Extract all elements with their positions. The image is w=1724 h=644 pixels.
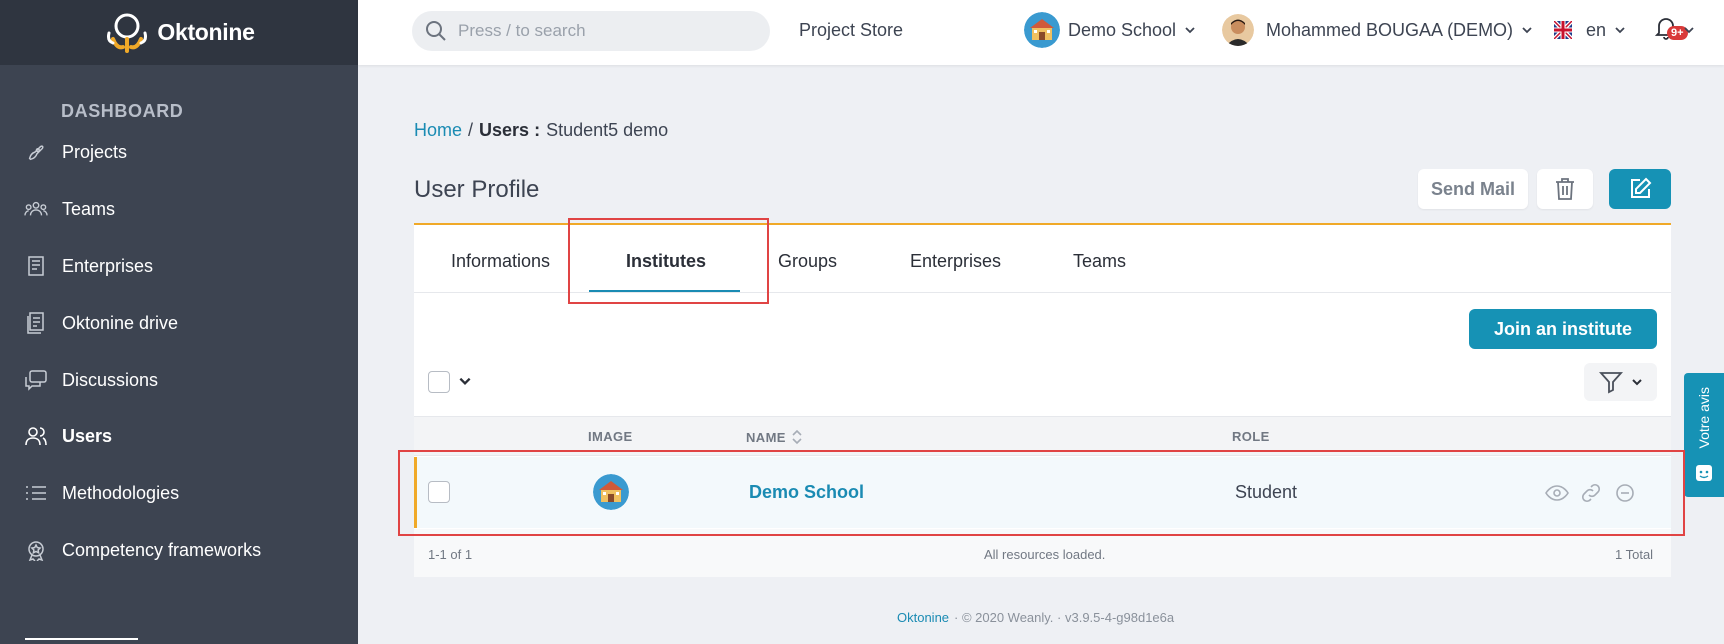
- user-menu[interactable]: Mohammed BOUGAA (DEMO): [1222, 12, 1533, 48]
- feedback-tab[interactable]: Votre avis: [1684, 373, 1724, 497]
- project-store-link[interactable]: Project Store: [799, 20, 903, 41]
- chevron-down-icon: [1684, 27, 1694, 34]
- row-checkbox[interactable]: [428, 481, 450, 503]
- sidebar-item-label: Projects: [62, 141, 128, 162]
- chevron-down-icon[interactable]: [458, 374, 472, 388]
- column-name-label: NAME: [746, 429, 786, 445]
- delete-button[interactable]: [1537, 169, 1593, 209]
- chevron-down-icon: [1615, 27, 1625, 34]
- tab-informations[interactable]: Informations: [451, 251, 550, 272]
- breadcrumb-home[interactable]: Home: [414, 120, 462, 141]
- sidebar-item-projects[interactable]: Projects: [24, 137, 127, 167]
- rocket-icon: [24, 140, 48, 164]
- load-status: All resources loaded.: [984, 547, 1106, 562]
- breadcrumb-section: Users :: [479, 120, 541, 140]
- sidebar-item-label: Competency frameworks: [62, 539, 262, 560]
- institute-name-link[interactable]: Demo School: [749, 482, 864, 503]
- remove-icon[interactable]: [1613, 481, 1637, 505]
- column-name[interactable]: NAME: [746, 429, 802, 445]
- users-icon: [24, 424, 48, 448]
- language-selector[interactable]: en: [1554, 12, 1626, 48]
- total-count: 1 Total: [1615, 547, 1654, 562]
- sidebar-item-label: Users: [62, 425, 113, 446]
- sidebar: Oktonine DASHBOARD Projects Teams Enterp…: [0, 0, 358, 644]
- search-icon: [426, 21, 446, 41]
- breadcrumb-separator: /: [468, 120, 474, 140]
- breadcrumb: Home / Users : Student5 demo: [414, 120, 668, 141]
- sidebar-item-enterprises[interactable]: Enterprises: [24, 251, 153, 281]
- feedback-icon: [1696, 465, 1712, 481]
- sidebar-item-label: Discussions: [62, 369, 159, 390]
- page-title: User Profile: [414, 176, 540, 203]
- user-name: Mohammed BOUGAA (DEMO): [1266, 19, 1514, 40]
- trash-icon: [1556, 178, 1574, 200]
- institute-image: [593, 474, 629, 510]
- sidebar-item-competency[interactable]: Competency frameworks: [24, 535, 261, 565]
- language-code: en: [1586, 19, 1607, 40]
- filter-icon: [1598, 372, 1623, 394]
- view-icon[interactable]: [1545, 481, 1569, 505]
- link-icon[interactable]: [1579, 481, 1603, 505]
- sidebar-item-label: Enterprises: [62, 255, 154, 276]
- document-icon: [24, 311, 48, 335]
- table-header: IMAGE NAME ROLE: [414, 416, 1671, 456]
- footer-link[interactable]: Oktonine: [897, 610, 949, 625]
- sidebar-item-teams[interactable]: Teams: [24, 194, 115, 224]
- chevron-down-icon: [1631, 379, 1642, 386]
- tab-teams[interactable]: Teams: [1073, 251, 1126, 272]
- chevron-down-icon: [1522, 27, 1532, 34]
- feedback-label: Votre avis: [1696, 387, 1712, 449]
- join-institute-button[interactable]: Join an institute: [1469, 309, 1657, 349]
- profile-tabs: Informations Institutes Groups Enterpris…: [414, 225, 1671, 293]
- edit-icon: [1631, 177, 1652, 198]
- tab-enterprises[interactable]: Enterprises: [910, 251, 1001, 272]
- logo[interactable]: Oktonine: [0, 0, 358, 65]
- octopus-logo-icon: [107, 13, 148, 53]
- active-tab-indicator: [589, 290, 740, 292]
- filter-button[interactable]: [1584, 363, 1657, 401]
- logo-text: Oktonine: [157, 19, 255, 45]
- school-avatar: [1024, 12, 1060, 48]
- school-name: Demo School: [1068, 19, 1177, 40]
- sidebar-item-label: Oktonine drive: [62, 312, 179, 333]
- search-box[interactable]: [412, 11, 770, 51]
- breadcrumb-current: Student5 demo: [546, 120, 669, 140]
- user-avatar: [1222, 14, 1254, 46]
- school-selector[interactable]: Demo School: [1024, 12, 1196, 48]
- tab-institutes[interactable]: Institutes: [626, 251, 706, 272]
- sort-icon: [792, 429, 802, 445]
- footer-copyright: · © 2020 Weanly. · v3.9.5-4-g98d1e6a: [954, 610, 1175, 625]
- group-icon: [24, 197, 48, 221]
- sidebar-item-discussions[interactable]: Discussions: [24, 365, 158, 395]
- notifications-button[interactable]: 9+: [1654, 16, 1695, 46]
- pagination-range: 1-1 of 1: [428, 547, 473, 562]
- edit-button[interactable]: [1609, 169, 1671, 209]
- chat-icon: [24, 368, 48, 392]
- sidebar-item-methodologies[interactable]: Methodologies: [24, 478, 179, 508]
- list-icon: [24, 481, 48, 505]
- badge-icon: [24, 538, 48, 562]
- sidebar-item-users[interactable]: Users: [24, 421, 112, 451]
- column-image: IMAGE: [588, 429, 633, 444]
- column-role: ROLE: [1232, 429, 1270, 444]
- table-footer: 1-1 of 1 All resources loaded. 1 Total: [414, 529, 1671, 577]
- sidebar-item-label: Methodologies: [62, 482, 180, 503]
- tab-groups[interactable]: Groups: [778, 251, 837, 272]
- sidebar-item-drive[interactable]: Oktonine drive: [24, 308, 178, 338]
- chevron-down-icon: [1185, 27, 1195, 34]
- sidebar-item-label: Teams: [62, 198, 116, 219]
- sidebar-section-title: DASHBOARD: [61, 101, 184, 121]
- table-row[interactable]: Demo School Student: [414, 457, 1671, 528]
- building-icon: [24, 254, 48, 278]
- select-all-checkbox[interactable]: [428, 371, 450, 393]
- search-input[interactable]: [458, 21, 738, 41]
- uk-flag-icon: [1554, 21, 1572, 39]
- sidebar-scroll-indicator: [25, 638, 138, 640]
- institute-role: Student: [1235, 482, 1298, 502]
- profile-card: Informations Institutes Groups Enterpris…: [414, 223, 1671, 577]
- send-mail-button[interactable]: Send Mail: [1418, 169, 1528, 209]
- top-header: Project Store Demo School Mohammed BOUGA…: [358, 0, 1724, 65]
